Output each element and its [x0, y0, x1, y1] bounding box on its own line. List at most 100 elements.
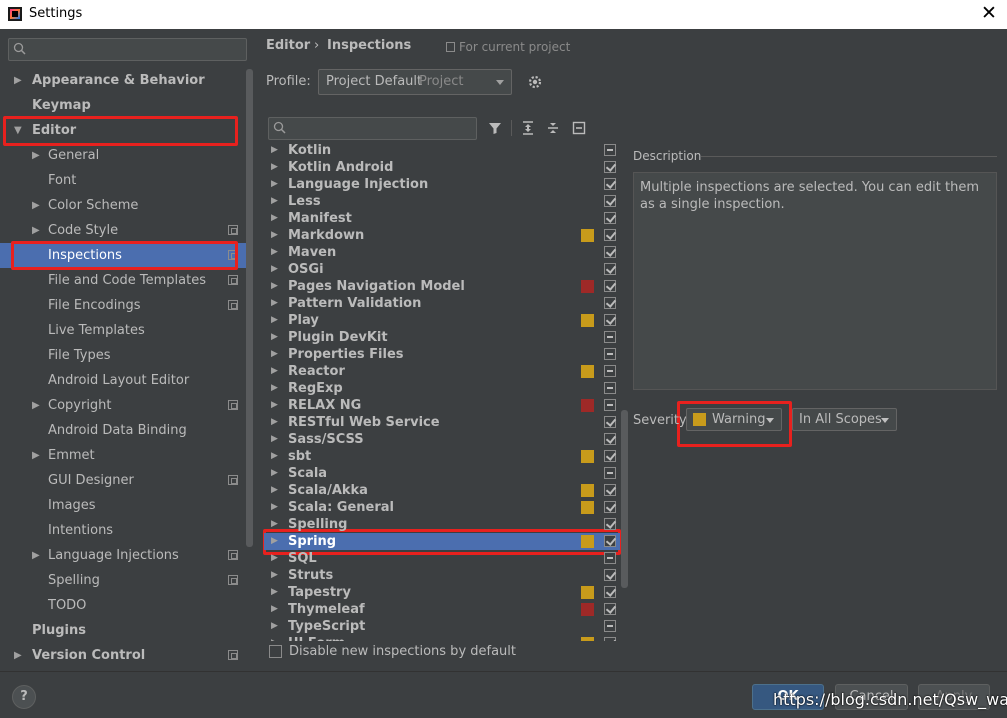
- sidebar-item-intentions[interactable]: Intentions: [0, 518, 246, 543]
- collapsed-arrow-icon[interactable]: ▶: [271, 397, 278, 414]
- collapsed-arrow-icon[interactable]: ▶: [271, 346, 278, 363]
- checkbox-box[interactable]: [269, 645, 282, 658]
- collapsed-arrow-icon[interactable]: ▶: [271, 312, 278, 329]
- collapsed-arrow-icon[interactable]: ▶: [14, 643, 22, 668]
- collapsed-arrow-icon[interactable]: ▶: [32, 543, 40, 568]
- inspection-checkbox[interactable]: [604, 144, 616, 156]
- inspection-row[interactable]: ▶ UI Form: [264, 635, 620, 641]
- inspection-checkbox[interactable]: [604, 552, 616, 564]
- inspection-row[interactable]: ▶ Scala: [264, 465, 620, 482]
- inspection-row[interactable]: ▶ Kotlin: [264, 143, 620, 159]
- help-button[interactable]: ?: [12, 685, 36, 709]
- collapsed-arrow-icon[interactable]: ▶: [32, 443, 40, 468]
- inspection-checkbox[interactable]: [604, 467, 616, 479]
- severity-dropdown[interactable]: Warning: [686, 408, 782, 431]
- sidebar-item-color-scheme[interactable]: ▶ Color Scheme: [0, 193, 246, 218]
- collapsed-arrow-icon[interactable]: ▶: [271, 176, 278, 193]
- collapsed-arrow-icon[interactable]: ▶: [271, 261, 278, 278]
- inspection-row[interactable]: ▶ Properties Files: [264, 346, 620, 363]
- inspection-row[interactable]: ▶ Language Injection: [264, 176, 620, 193]
- sidebar-item-plugins[interactable]: Plugins: [0, 618, 246, 643]
- gear-icon[interactable]: [527, 74, 543, 90]
- close-icon[interactable]: ✕: [979, 2, 999, 24]
- inspection-row[interactable]: ▶ Tapestry: [264, 584, 620, 601]
- breadcrumb-editor[interactable]: Editor: [266, 38, 310, 53]
- inspection-row[interactable]: ▶ Scala/Akka: [264, 482, 620, 499]
- sidebar-item-copyright[interactable]: ▶ Copyright: [0, 393, 246, 418]
- inspection-checkbox[interactable]: [604, 501, 616, 513]
- inspection-checkbox[interactable]: [604, 569, 616, 581]
- sidebar-scrollbar[interactable]: [246, 69, 253, 547]
- expand-all-icon[interactable]: [520, 120, 536, 136]
- collapsed-arrow-icon[interactable]: ▶: [271, 635, 278, 641]
- sidebar-item-keymap[interactable]: Keymap: [0, 93, 246, 118]
- collapsed-arrow-icon[interactable]: ▶: [271, 567, 278, 584]
- collapsed-arrow-icon[interactable]: ▶: [32, 143, 40, 168]
- inspection-checkbox[interactable]: [604, 399, 616, 411]
- inspection-row[interactable]: ▶ Scala: General: [264, 499, 620, 516]
- inspection-row[interactable]: ▶ Thymeleaf: [264, 601, 620, 618]
- inspection-row[interactable]: ▶ RESTful Web Service: [264, 414, 620, 431]
- inspection-checkbox[interactable]: [604, 450, 616, 462]
- scope-dropdown[interactable]: In All Scopes: [792, 408, 897, 431]
- inspection-row[interactable]: ▶ Kotlin Android: [264, 159, 620, 176]
- collapsed-arrow-icon[interactable]: ▶: [271, 618, 278, 635]
- collapsed-arrow-icon[interactable]: ▶: [271, 414, 278, 431]
- collapsed-arrow-icon[interactable]: ▶: [14, 68, 22, 93]
- collapsed-arrow-icon[interactable]: ▶: [271, 227, 278, 244]
- inspection-checkbox[interactable]: [604, 535, 616, 547]
- inspection-checkbox[interactable]: [604, 297, 616, 309]
- sidebar-item-gui-designer[interactable]: GUI Designer: [0, 468, 246, 493]
- inspection-checkbox[interactable]: [604, 637, 616, 641]
- inspection-checkbox[interactable]: [604, 161, 616, 173]
- sidebar-item-code-style[interactable]: ▶ Code Style: [0, 218, 246, 243]
- inspection-row[interactable]: ▶ Markdown: [264, 227, 620, 244]
- collapsed-arrow-icon[interactable]: ▶: [32, 393, 40, 418]
- sidebar-item-android-layout-editor[interactable]: Android Layout Editor: [0, 368, 246, 393]
- collapsed-arrow-icon[interactable]: ▶: [271, 380, 278, 397]
- sidebar-item-todo[interactable]: TODO: [0, 593, 246, 618]
- settings-search-input[interactable]: [8, 38, 247, 61]
- filter-icon[interactable]: [487, 120, 503, 136]
- inspection-checkbox[interactable]: [604, 195, 616, 207]
- sidebar-item-live-templates[interactable]: Live Templates: [0, 318, 246, 343]
- expanded-arrow-icon[interactable]: ▼: [14, 118, 22, 143]
- sidebar-item-spelling[interactable]: Spelling: [0, 568, 246, 593]
- inspection-row[interactable]: ▶ Plugin DevKit: [264, 329, 620, 346]
- inspection-checkbox[interactable]: [604, 331, 616, 343]
- inspection-search-input[interactable]: [268, 117, 477, 140]
- sidebar-item-editor[interactable]: ▼ Editor: [0, 118, 246, 143]
- inspection-row[interactable]: ▶ sbt: [264, 448, 620, 465]
- sidebar-item-appearance-behavior[interactable]: ▶ Appearance & Behavior: [0, 68, 246, 93]
- collapsed-arrow-icon[interactable]: ▶: [271, 465, 278, 482]
- sidebar-item-language-injections[interactable]: ▶ Language Injections: [0, 543, 246, 568]
- inspection-row[interactable]: ▶ RegExp: [264, 380, 620, 397]
- sidebar-item-emmet[interactable]: ▶ Emmet: [0, 443, 246, 468]
- collapsed-arrow-icon[interactable]: ▶: [271, 550, 278, 567]
- inspection-checkbox[interactable]: [604, 416, 616, 428]
- collapsed-arrow-icon[interactable]: ▶: [271, 278, 278, 295]
- collapse-all-icon[interactable]: [545, 120, 561, 136]
- inspection-checkbox[interactable]: [604, 280, 616, 292]
- collapsed-arrow-icon[interactable]: ▶: [271, 244, 278, 261]
- collapsed-arrow-icon[interactable]: ▶: [271, 448, 278, 465]
- collapsed-arrow-icon[interactable]: ▶: [271, 143, 278, 159]
- collapsed-arrow-icon[interactable]: ▶: [271, 159, 278, 176]
- sidebar-item-font[interactable]: Font: [0, 168, 246, 193]
- sidebar-item-general[interactable]: ▶ General: [0, 143, 246, 168]
- inspection-row[interactable]: ▶ Reactor: [264, 363, 620, 380]
- inspection-checkbox[interactable]: [604, 620, 616, 632]
- collapsed-arrow-icon[interactable]: ▶: [271, 431, 278, 448]
- sidebar-item-version-control[interactable]: ▶ Version Control: [0, 643, 246, 668]
- inspection-checkbox[interactable]: [604, 212, 616, 224]
- inspection-row[interactable]: ▶ Sass/SCSS: [264, 431, 620, 448]
- inspection-row[interactable]: ▶ Manifest: [264, 210, 620, 227]
- collapsed-arrow-icon[interactable]: ▶: [32, 193, 40, 218]
- reset-icon[interactable]: [571, 120, 587, 136]
- inspection-row[interactable]: ▶ Struts: [264, 567, 620, 584]
- collapsed-arrow-icon[interactable]: ▶: [271, 193, 278, 210]
- inspection-row[interactable]: ▶ Spring: [264, 533, 620, 550]
- inspection-checkbox[interactable]: [604, 263, 616, 275]
- sidebar-item-inspections[interactable]: Inspections: [0, 243, 246, 268]
- collapsed-arrow-icon[interactable]: ▶: [271, 533, 278, 550]
